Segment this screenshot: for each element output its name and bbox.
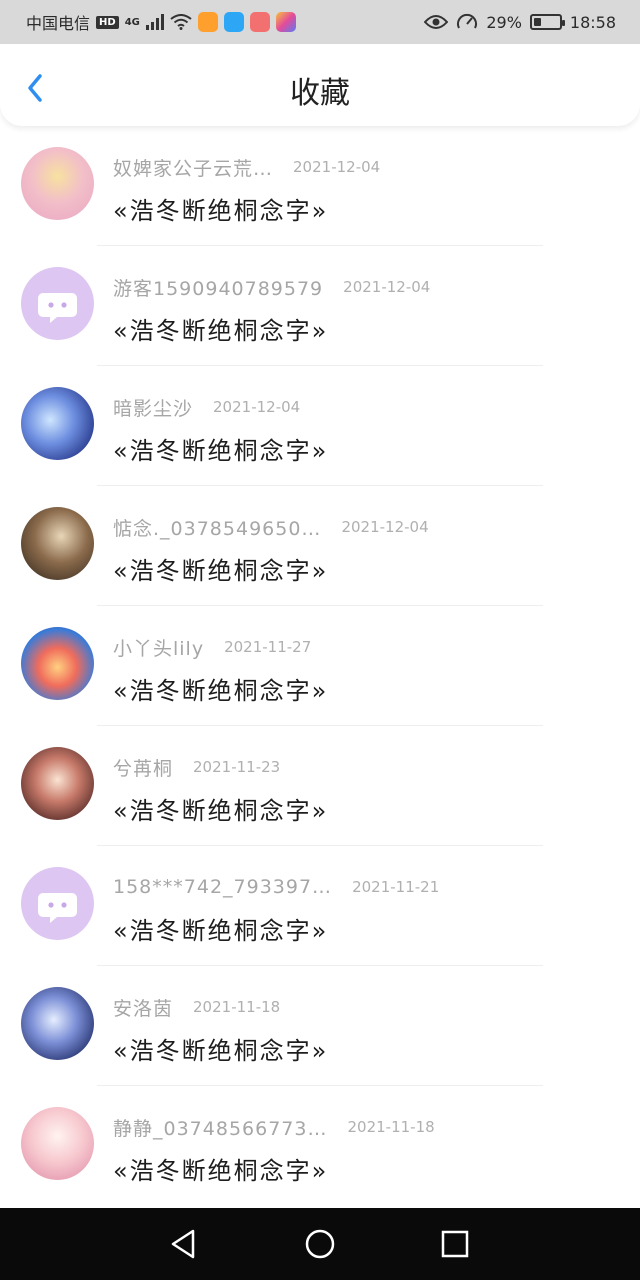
item-content: «浩冬断绝桐念字» [113,317,329,345]
avatar [21,867,94,940]
search-app-icon [223,12,244,32]
avatar [21,1107,94,1180]
list-item[interactable]: 安洛茵 2021-11-18 «浩冬断绝桐念字» [0,966,640,1086]
avatar [21,147,94,220]
username: 奴婢家公子云荒… [113,157,274,180]
signal-icon [145,14,164,30]
battery-percent: 29% [486,12,522,32]
hd-icon: HD [96,15,119,29]
item-content: «浩冬断绝桐念字» [113,437,329,465]
avatar [21,747,94,820]
avatar [21,387,94,460]
chat-bubble-icon [38,293,77,323]
eye-icon [424,15,449,29]
speedometer-icon [457,13,478,29]
item-content: «浩冬断绝桐念字» [113,1157,329,1185]
avatar [21,507,94,580]
username: 安洛茵 [113,997,174,1020]
username: 游客1590940789579 [113,277,324,300]
item-content: «浩冬断绝桐念字» [113,677,329,705]
username: 小丫头lily [113,637,205,660]
avatar [21,267,94,340]
item-content: «浩冬断绝桐念字» [113,1037,329,1065]
clock: 18:58 [569,12,616,32]
username: 兮苒桐 [113,757,174,780]
date: 2021-11-18 [193,998,281,1016]
date: 2021-12-04 [293,158,381,176]
list-item[interactable]: 小丫头lily 2021-11-27 «浩冬断绝桐念字» [0,606,640,726]
triangle-back-icon [171,1229,195,1259]
nav-home-button[interactable] [302,1226,338,1262]
list-item[interactable]: 游客1590940789579 2021-12-04 «浩冬断绝桐念字» [0,246,640,366]
circle-home-icon [305,1229,335,1259]
item-content: «浩冬断绝桐念字» [113,797,329,825]
favorites-list: 奴婢家公子云荒… 2021-12-04 «浩冬断绝桐念字» 游客159094078… [0,126,640,1206]
list-item[interactable]: 静静_03748566773… 2021-11-18 «浩冬断绝桐念字» [0,1086,640,1206]
date: 2021-12-04 [341,518,429,536]
date: 2021-11-21 [352,878,440,896]
date: 2021-12-04 [213,398,301,416]
date: 2021-12-04 [343,278,431,296]
avatar [21,627,94,700]
nav-recents-button[interactable] [437,1226,473,1262]
chat-bubble-icon [38,893,77,923]
date: 2021-11-18 [347,1118,435,1136]
avatar [21,987,94,1060]
username: 158***742_793397… [113,876,333,898]
list-item[interactable]: 兮苒桐 2021-11-23 «浩冬断绝桐念字» [0,726,640,846]
video-app-icon [197,12,218,32]
status-bar: 中国电信 HD 4G 29% 18:58 [0,0,640,44]
username: 惦念._0378549650… [113,517,322,540]
date: 2021-11-27 [224,638,312,656]
navigation-bar [0,1208,640,1280]
username: 静静_03748566773… [113,1117,328,1140]
username: 暗影尘沙 [113,397,194,420]
date: 2021-11-23 [193,758,281,776]
list-item[interactable]: 惦念._0378549650… 2021-12-04 «浩冬断绝桐念字» [0,486,640,606]
page-title: 收藏 [290,76,350,111]
nav-back-button[interactable] [165,1226,201,1262]
list-item[interactable]: 暗影尘沙 2021-12-04 «浩冬断绝桐念字» [0,366,640,486]
app-header: 收藏 [0,44,640,126]
mail-app-icon [249,12,270,32]
list-item[interactable]: 奴婢家公子云荒… 2021-12-04 «浩冬断绝桐念字» [0,126,640,246]
wifi-icon [170,14,192,30]
network-type: 4G [124,16,140,28]
item-content: «浩冬断绝桐念字» [113,917,329,945]
battery-icon [529,14,565,30]
item-content: «浩冬断绝桐念字» [113,557,329,585]
list-item[interactable]: 158***742_793397… 2021-11-21 «浩冬断绝桐念字» [0,846,640,966]
item-content: «浩冬断绝桐念字» [113,197,329,225]
gallery-app-icon [275,12,296,32]
carrier-label: 中国电信 [26,14,91,33]
square-recents-icon [441,1230,469,1258]
